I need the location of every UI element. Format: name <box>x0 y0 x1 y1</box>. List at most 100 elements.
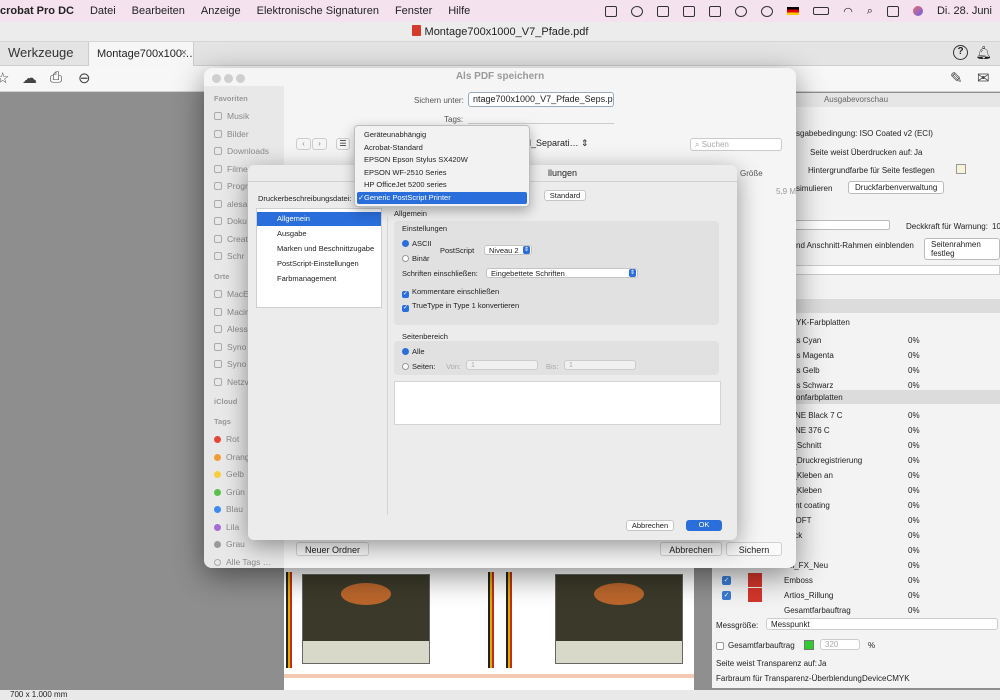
menu-hilfe[interactable]: Hilfe <box>440 5 478 17</box>
forward-icon[interactable]: › <box>312 138 327 150</box>
extension-icon[interactable] <box>657 5 670 17</box>
ascii-radio-dot[interactable] <box>402 240 409 247</box>
sign-icon[interactable]: ✎ <box>950 69 963 87</box>
menu-signaturen[interactable]: Elektronische Signaturen <box>249 5 387 17</box>
mail-icon[interactable]: ✉︎ <box>977 69 990 87</box>
ascii-radio[interactable]: ASCII <box>402 239 432 248</box>
all-radio-dot[interactable] <box>402 348 409 355</box>
sidebar-favorite-item[interactable]: Doku <box>214 216 247 226</box>
sidebar-place-item[interactable]: Netzv <box>214 377 249 387</box>
page-frames-button[interactable]: Seitenrahmen festleg <box>924 238 1000 260</box>
settings-category-item[interactable]: Marken und Beschnittzugabe <box>257 242 381 256</box>
mask-icon[interactable] <box>709 5 722 17</box>
sidebar-tag-item[interactable]: Lila <box>214 522 239 532</box>
sidebar-tag-item[interactable]: Grün <box>214 487 245 497</box>
ppd-option[interactable]: ✓ Generic PostScript Printer <box>357 192 527 204</box>
menu-datei[interactable]: Datei <box>82 5 124 17</box>
settings-ok-button[interactable]: OK <box>686 520 722 531</box>
upload-cloud-icon[interactable]: ☁︎ <box>22 69 37 87</box>
sidebar-favorite-item[interactable]: Creat <box>214 234 248 244</box>
search-field[interactable]: ⌕ Suchen <box>690 138 782 151</box>
print-icon[interactable]: ⎙ <box>50 69 62 86</box>
sidebar-favorite-item[interactable]: Bilder <box>214 129 249 139</box>
bell-icon[interactable]: 🔔︎ <box>975 45 992 61</box>
settings-cancel-button[interactable]: Abbrechen <box>626 520 674 531</box>
tags-input[interactable] <box>468 112 614 124</box>
opacity-value[interactable]: 10 <box>992 222 1000 231</box>
sidebar-favorite-item[interactable]: Downloads <box>214 146 269 156</box>
ppd-option[interactable]: Acrobat-Standard <box>357 142 527 154</box>
tool-icon[interactable] <box>683 5 696 17</box>
ppd-option[interactable]: EPSON WF-2510 Series <box>357 167 527 179</box>
total-ink-checkbox[interactable] <box>716 642 724 650</box>
sidebar-favorite-item[interactable]: Schr <box>214 251 244 261</box>
settings-category-item[interactable]: Ausgabe <box>257 227 381 241</box>
sidebar-favorite-item[interactable]: Musik <box>214 111 249 121</box>
fonts-select[interactable]: Eingebettete Schriften ⇕ <box>486 268 638 278</box>
siri-icon[interactable] <box>912 6 923 16</box>
from-input[interactable]: 1 <box>466 360 538 370</box>
flag-de-icon[interactable] <box>787 7 800 15</box>
sidebar-tag-item[interactable]: Grau <box>214 539 245 549</box>
creative-cloud-icon[interactable] <box>631 5 644 17</box>
menu-fenster[interactable]: Fenster <box>387 5 440 17</box>
spot-ink-row[interactable]: ✓ Artios_Rillung 0% <box>712 588 1000 603</box>
clock-icon[interactable] <box>735 5 748 17</box>
spot-ink-row[interactable]: ✓ Emboss 0% <box>712 573 1000 588</box>
pages-radio-dot[interactable] <box>402 363 409 370</box>
tab-document[interactable]: Montage700x100… × <box>88 42 194 66</box>
new-folder-button[interactable]: Neuer Ordner <box>296 542 370 556</box>
zoom-out-icon[interactable]: ⊖ <box>78 69 91 87</box>
sidebar-place-item[interactable]: MacE <box>214 289 249 299</box>
binary-radio-dot[interactable] <box>402 255 409 262</box>
back-icon[interactable]: ‹ <box>296 138 311 150</box>
settings-category-item[interactable]: Allgemein <box>257 212 381 226</box>
sidebar-tag-item[interactable]: Orang <box>214 452 250 462</box>
play-icon[interactable] <box>761 5 774 17</box>
to-input[interactable]: 1 <box>564 360 636 370</box>
postscript-level-select[interactable]: Niveau 2 ⇕ <box>484 245 532 255</box>
battery-icon[interactable] <box>813 7 830 15</box>
settings-category-item[interactable]: PostScript-Einstellungen <box>257 257 381 271</box>
pages-radio[interactable]: Seiten: <box>402 362 435 371</box>
standard-button[interactable]: Standard <box>544 190 586 201</box>
sidebar-place-item[interactable]: Syno <box>214 342 246 352</box>
sidebar-favorite-item[interactable]: alesa <box>214 199 247 209</box>
close-tab-icon[interactable]: × <box>181 47 187 59</box>
total-ink-swatch[interactable] <box>804 640 814 650</box>
menubar-clock[interactable]: Di. 28. Juni <box>937 5 992 17</box>
app-menu[interactable]: crobat Pro DC <box>0 5 82 17</box>
sidebar-place-item[interactable]: Syno <box>214 359 246 369</box>
truetype-checkbox[interactable]: ✓ TrueType in Type 1 konvertieren <box>402 301 519 312</box>
save-cancel-button[interactable]: Abbrechen <box>660 542 722 556</box>
sidebar-place-item[interactable]: Aless <box>214 324 248 334</box>
spot-ink-row[interactable]: Gesamtfarbauftrag 0% <box>712 603 1000 618</box>
bg-color-option[interactable]: Hintergrundfarbe für Seite festlegen <box>808 166 935 175</box>
sidebar-tag-item[interactable]: Blau <box>214 504 243 514</box>
sidebar-tag-item[interactable]: Gelb <box>214 469 244 479</box>
help-icon[interactable]: ? <box>953 45 968 60</box>
sidebar-favorite-item[interactable]: Progr <box>214 181 248 191</box>
total-ink-input[interactable]: 320 <box>820 639 860 650</box>
tab-tools[interactable]: Werkzeuge <box>8 45 74 60</box>
save-button[interactable]: Sichern <box>726 542 782 556</box>
status-app-icon[interactable] <box>605 5 618 17</box>
list-view-icon[interactable]: ☰ <box>336 138 350 150</box>
sidebar-favorite-item[interactable]: Filme <box>214 164 248 174</box>
search-icon[interactable]: ⌕ <box>867 5 873 18</box>
sidebar-tag-item[interactable]: Rot <box>214 434 239 444</box>
sidebar-place-item[interactable]: Macin <box>214 307 250 317</box>
size-column-header[interactable]: Größe <box>740 169 763 178</box>
ink-visibility-checkbox[interactable]: ✓ <box>722 591 731 600</box>
ppd-option[interactable]: Geräteunabhängig <box>357 129 527 141</box>
comments-checkbox[interactable]: ✓ Kommentare einschließen <box>402 287 499 298</box>
bg-color-swatch[interactable] <box>956 164 966 174</box>
menu-bearbeiten[interactable]: Bearbeiten <box>124 5 193 17</box>
ink-visibility-checkbox[interactable]: ✓ <box>722 576 731 585</box>
menu-anzeige[interactable]: Anzeige <box>193 5 249 17</box>
measure-select[interactable]: Messpunkt <box>766 618 998 630</box>
settings-category-item[interactable]: Farbmanagement <box>257 272 381 286</box>
wifi-icon[interactable]: ◠ <box>843 5 853 18</box>
filename-input[interactable]: ntage700x1000_V7_Pfade_Seps.ps <box>468 92 614 107</box>
show-select[interactable] <box>780 265 1000 275</box>
